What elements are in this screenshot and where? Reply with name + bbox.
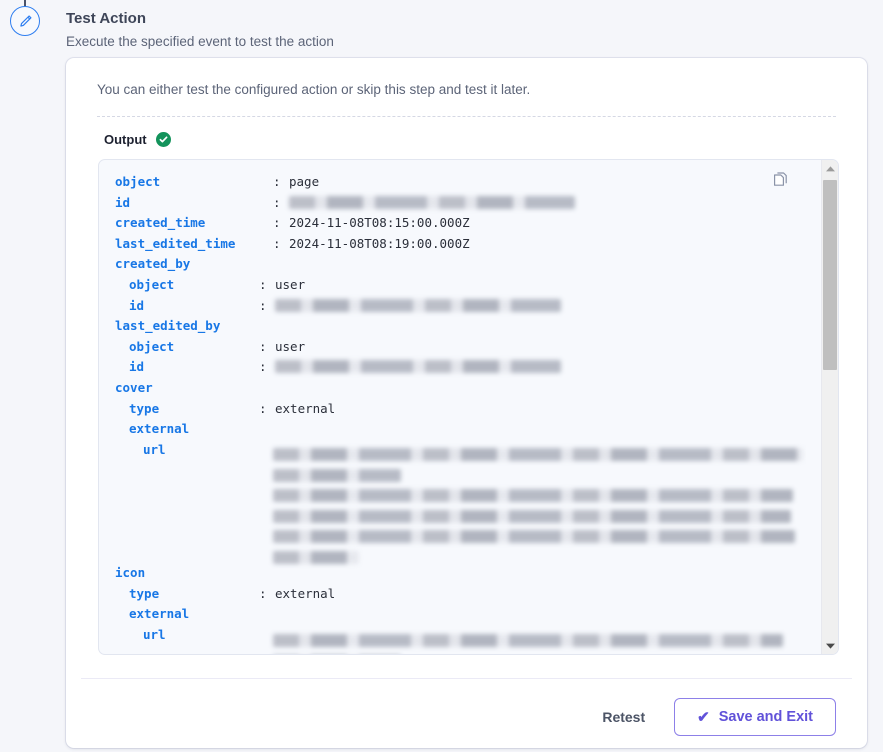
code-key: cover (115, 379, 153, 395)
code-line: external (99, 604, 806, 625)
redacted-text (273, 509, 791, 523)
code-colon: : (259, 585, 267, 601)
code-key: last_edited_time (115, 235, 236, 251)
code-colon: : (259, 400, 267, 416)
code-line: id: (99, 357, 806, 378)
code-value: external (275, 400, 336, 416)
code-line: object: page (99, 172, 806, 193)
code-colon: : (273, 235, 281, 251)
redacted-text (275, 360, 561, 374)
code-colon: : (259, 297, 267, 313)
code-value: user (275, 338, 306, 354)
code-colon: : (259, 338, 267, 354)
triangle-up-icon[interactable] (822, 160, 838, 177)
redacted-text (275, 298, 561, 312)
triangle-down-icon[interactable] (822, 637, 838, 654)
code-value: 2024-11-08T08:19:00.000Z (289, 235, 470, 251)
code-key: id (115, 194, 131, 210)
save-and-exit-button[interactable]: ✔ Save and Exit (674, 698, 836, 736)
tab-output-label: Output (104, 132, 147, 147)
check-circle-icon (155, 132, 171, 147)
code-line: id: (99, 193, 806, 214)
code-line: cover (99, 378, 806, 399)
code-value: user (275, 276, 306, 292)
code-value (289, 193, 575, 214)
output-code-panel[interactable]: object: page id: created_time:2024-11-08T08… (98, 159, 839, 655)
code-key: object (115, 174, 161, 189)
code-line: object: user (99, 337, 806, 358)
code-key: id (129, 297, 145, 313)
code-line: last_edited_by (99, 316, 806, 337)
code-scrollbar[interactable] (821, 160, 838, 654)
code-colon: : (259, 276, 267, 292)
tab-output[interactable]: Output (104, 132, 171, 147)
card-footer: Retest ✔ Save and Exit (66, 686, 867, 748)
code-colon: : (273, 215, 281, 231)
redacted-text (273, 448, 803, 461)
redacted-text (273, 530, 795, 544)
code-line: created_time:2024-11-08T08:15:00.000Z (99, 213, 806, 234)
code-line: last_edited_time:2024-11-08T08:19:00.000… (99, 234, 806, 255)
code-key: icon (115, 565, 146, 581)
code-value (275, 296, 561, 317)
code-line: id: (99, 296, 806, 317)
code-value: page (289, 174, 320, 189)
output-code-lines: object: page id: created_time:2024-11-08T08… (99, 160, 806, 646)
code-colon: : (273, 194, 281, 210)
code-line: external (99, 419, 806, 440)
redacted-text (289, 195, 575, 209)
page-subtitle: Execute the specified event to test the … (66, 34, 334, 49)
step-header: Test Action Execute the specified event … (66, 8, 766, 52)
test-action-card: You can either test the configured actio… (66, 58, 867, 748)
redacted-text (273, 489, 793, 503)
footer-divider (81, 678, 852, 679)
retest-button[interactable]: Retest (598, 703, 649, 731)
card-intro-text: You can either test the configured actio… (97, 82, 531, 97)
redacted-url-block-icon (273, 631, 783, 654)
code-line: type: external (99, 584, 806, 605)
code-colon: : (259, 359, 267, 375)
code-key: object (129, 338, 175, 354)
code-key: external (129, 421, 190, 437)
code-key: object (129, 276, 175, 292)
scrollbar-thumb[interactable] (823, 180, 837, 370)
code-key: url (143, 441, 166, 457)
code-value: external (275, 585, 336, 601)
redacted-text (273, 468, 401, 482)
code-key: id (129, 359, 145, 375)
copy-icon[interactable] (772, 172, 790, 190)
code-key: url (143, 627, 166, 643)
code-key: created_by (115, 256, 191, 272)
code-key: created_time (115, 215, 206, 231)
code-line: type: external (99, 399, 806, 420)
redacted-text (273, 550, 359, 564)
code-line: object: user (99, 275, 806, 296)
output-code-scroll-area: object: page id: created_time:2024-11-08T08… (99, 160, 806, 654)
code-line: created_by (99, 254, 806, 275)
dashed-divider (97, 116, 836, 117)
code-key: type (129, 400, 160, 416)
code-key: last_edited_by (115, 318, 221, 334)
code-colon: : (273, 174, 281, 189)
code-key: type (129, 585, 160, 601)
page-title: Test Action (66, 10, 147, 27)
stepper-rail (0, 0, 50, 752)
pencil-icon[interactable] (10, 6, 40, 36)
save-and-exit-label: Save and Exit (718, 709, 813, 725)
checkmark-icon: ✔ (697, 708, 710, 726)
redacted-text (273, 634, 783, 647)
code-value (275, 357, 561, 378)
code-key: external (129, 606, 190, 622)
code-value: 2024-11-08T08:15:00.000Z (289, 215, 470, 231)
redacted-url-block-cover (273, 445, 803, 569)
